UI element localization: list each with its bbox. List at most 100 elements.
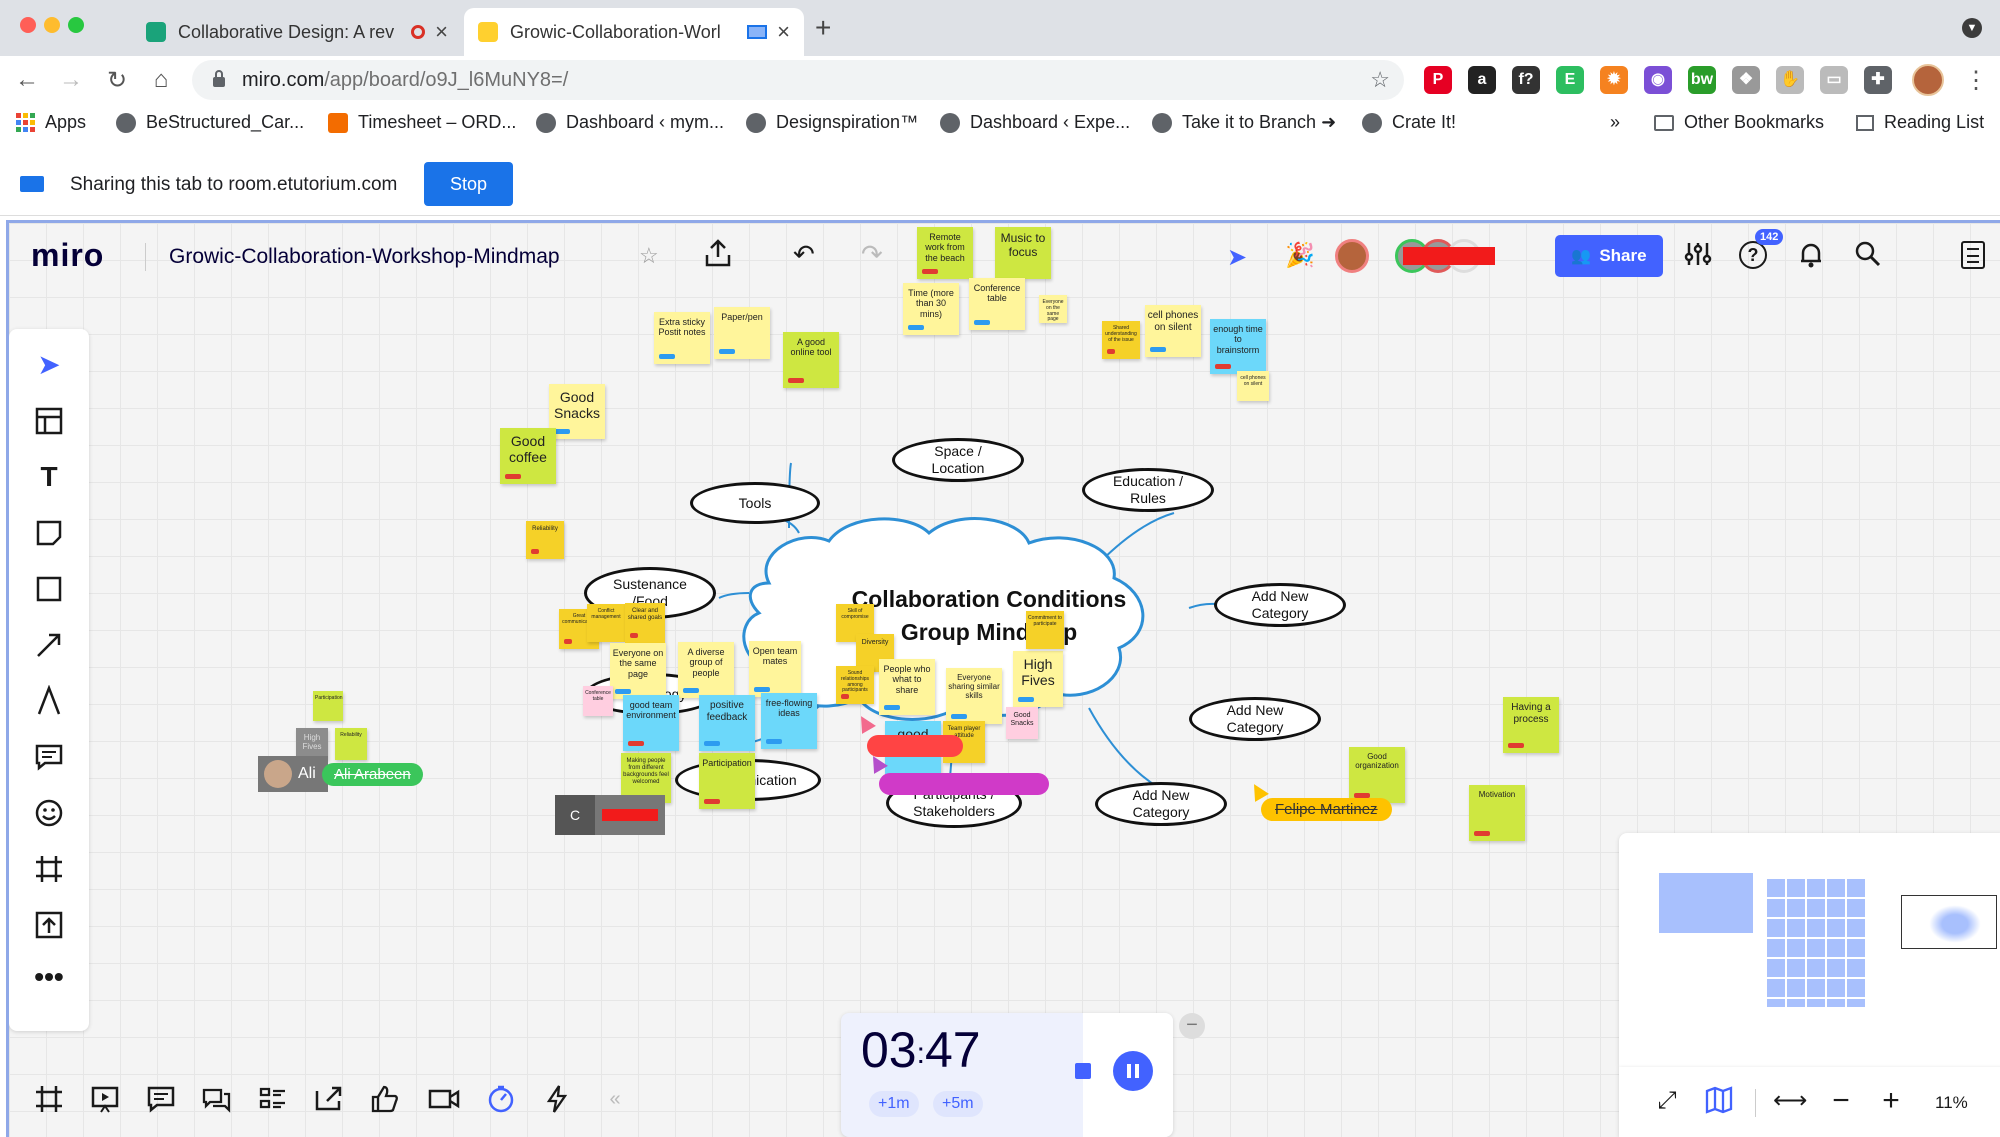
sticky-note[interactable]: positive feedback <box>699 695 755 751</box>
sticky-note[interactable]: enough time to brainstorm <box>1210 319 1266 374</box>
text-tool-icon[interactable]: T <box>33 461 65 493</box>
bookmarks-overflow[interactable]: » <box>1610 112 1620 133</box>
bookmark-item[interactable]: Dashboard ‹ mym... <box>536 112 724 133</box>
back-icon[interactable]: ← <box>12 66 42 94</box>
minimize-window-button[interactable] <box>44 17 60 33</box>
sticky-note[interactable]: High Fives <box>1013 651 1063 707</box>
select-cursor-icon[interactable]: ➤ <box>33 349 65 381</box>
home-icon[interactable]: ⌂ <box>146 66 176 94</box>
sticky-note[interactable]: Participation <box>313 691 343 721</box>
puzzle-icon[interactable]: ✚ <box>1864 66 1892 94</box>
node-tools[interactable]: Tools <box>690 482 820 524</box>
bw-icon[interactable]: bw <box>1688 66 1716 94</box>
sticky-note[interactable]: Sound relationships among participants <box>836 666 874 704</box>
reload-icon[interactable]: ↻ <box>102 66 132 95</box>
color-wheel-icon[interactable]: ◉ <box>1644 66 1672 94</box>
dropbox-icon[interactable]: ❖ <box>1732 66 1760 94</box>
follow-cursor-icon[interactable]: ➤ <box>1227 243 1247 272</box>
stop-sharing-button[interactable]: Stop <box>424 162 513 206</box>
thumbs-up-icon[interactable] <box>369 1083 401 1115</box>
sticky-note[interactable]: Open team mates <box>749 641 801 697</box>
collapse-toolbar-icon[interactable]: « <box>599 1083 631 1115</box>
sticky-note[interactable]: Time (more than 30 mins) <box>903 283 959 335</box>
collaborators-avatars[interactable] <box>1395 239 1501 273</box>
shape-tool-icon[interactable] <box>33 573 65 605</box>
star-icon[interactable]: ☆ <box>639 243 659 269</box>
sticky-note[interactable]: A good online tool <box>783 332 839 388</box>
bookmark-star-icon[interactable]: ☆ <box>1370 67 1390 93</box>
browser-tab-2[interactable]: Growic-Collaboration-Worl × <box>464 8 804 56</box>
sticky-note[interactable]: cell phones on silent <box>1145 305 1201 357</box>
comment-icon[interactable] <box>33 741 65 773</box>
export-icon[interactable] <box>703 237 733 269</box>
pen-tool-icon[interactable] <box>33 684 65 717</box>
video-icon[interactable] <box>427 1083 460 1115</box>
templates-icon[interactable] <box>33 405 65 437</box>
help-icon[interactable]: ? <box>1739 241 1767 269</box>
bookmark-item[interactable]: Designspiration™ <box>746 112 918 133</box>
timer-icon[interactable] <box>485 1083 517 1115</box>
node-add-new-category[interactable]: Add New Category <box>1095 782 1227 826</box>
reading-list[interactable]: Reading List <box>1856 112 1984 133</box>
sticky-note[interactable]: Reliability <box>526 521 564 559</box>
stop-timer-icon[interactable] <box>1075 1063 1091 1079</box>
font-icon[interactable]: f? <box>1512 66 1540 94</box>
celebrate-icon[interactable]: 🎉 <box>1285 241 1315 270</box>
profile-avatar[interactable] <box>1912 64 1944 96</box>
bookmark-item[interactable]: Crate It! <box>1362 112 1456 133</box>
connection-line-icon[interactable] <box>33 629 65 661</box>
bookmark-item[interactable]: Timesheet – ORD... <box>328 112 516 133</box>
timer-add-1m-button[interactable]: +1m <box>869 1091 919 1117</box>
sticky-note[interactable]: free-flowing ideas <box>761 693 817 749</box>
search-icon[interactable] <box>1853 239 1883 269</box>
sticky-note[interactable]: Participation <box>699 753 755 809</box>
zoom-level[interactable]: 11% <box>1935 1093 1968 1113</box>
bookmark-apps[interactable]: Apps <box>16 112 86 133</box>
miro-board-canvas[interactable]: Collaboration Conditions Group Mindmap T… <box>6 220 2000 1137</box>
sticky-note[interactable]: Conference table <box>969 278 1025 330</box>
cast-icon[interactable]: ▭ <box>1820 66 1848 94</box>
sticky-note[interactable]: A diverse group of people <box>678 642 734 698</box>
sticky-note[interactable]: Everyone on the same page <box>1039 295 1067 323</box>
menu-icon[interactable]: ⋮ <box>1964 66 1988 95</box>
bookmark-item[interactable]: BeStructured_Car... <box>116 112 304 133</box>
pause-timer-button[interactable] <box>1113 1051 1153 1091</box>
pinterest-icon[interactable]: P <box>1424 66 1452 94</box>
settings-sliders-icon[interactable] <box>1683 239 1713 269</box>
sticky-note[interactable]: Good Snacks <box>1006 707 1038 739</box>
lightning-icon[interactable] <box>541 1083 573 1115</box>
new-tab-button[interactable]: + <box>815 12 831 44</box>
more-tools-icon[interactable]: ••• <box>33 961 65 993</box>
sticky-note[interactable]: Good Snacks <box>549 384 605 439</box>
sticky-note[interactable]: Music to focus <box>995 227 1051 279</box>
emoji-icon[interactable] <box>33 797 65 829</box>
node-education-rules[interactable]: Education / Rules <box>1082 468 1214 512</box>
sticky-note[interactable]: Paper/pen <box>714 307 770 359</box>
fullscreen-icon[interactable]: ⤢ <box>1651 1085 1683 1117</box>
timer-add-5m-button[interactable]: +5m <box>933 1091 983 1117</box>
undo-icon[interactable]: ↶ <box>793 239 815 270</box>
node-add-new-category[interactable]: Add New Category <box>1214 583 1346 627</box>
share-button[interactable]: 👥 Share <box>1555 235 1663 277</box>
redo-icon[interactable]: ↷ <box>861 239 883 270</box>
node-add-new-category[interactable]: Add New Category <box>1189 697 1321 741</box>
board-menu-icon[interactable] <box>1961 241 1985 269</box>
evernote-icon[interactable]: E <box>1556 66 1584 94</box>
sticky-note[interactable]: cell phones on silent <box>1237 371 1269 401</box>
share-screen-icon[interactable] <box>313 1083 345 1115</box>
frame-icon[interactable] <box>33 853 65 885</box>
comments-icon[interactable] <box>145 1083 177 1115</box>
forward-icon[interactable]: → <box>56 66 86 94</box>
sticky-note[interactable]: Good coffee <box>500 428 556 484</box>
chat-icon[interactable] <box>201 1083 233 1115</box>
card-list-icon[interactable] <box>257 1083 289 1115</box>
maximize-window-button[interactable] <box>68 17 84 33</box>
sticky-note[interactable]: good team environment <box>623 695 679 751</box>
sticky-note[interactable]: Remote work from the beach <box>917 227 973 279</box>
map-icon[interactable] <box>1703 1085 1735 1117</box>
close-window-button[interactable] <box>20 17 36 33</box>
node-space-location[interactable]: Space / Location <box>892 438 1024 482</box>
fit-to-screen-icon[interactable]: ⟷ <box>1773 1085 1807 1117</box>
sticky-note[interactable]: Extra sticky Postit notes <box>654 312 710 364</box>
minimize-timer-icon[interactable]: − <box>1179 1013 1205 1039</box>
